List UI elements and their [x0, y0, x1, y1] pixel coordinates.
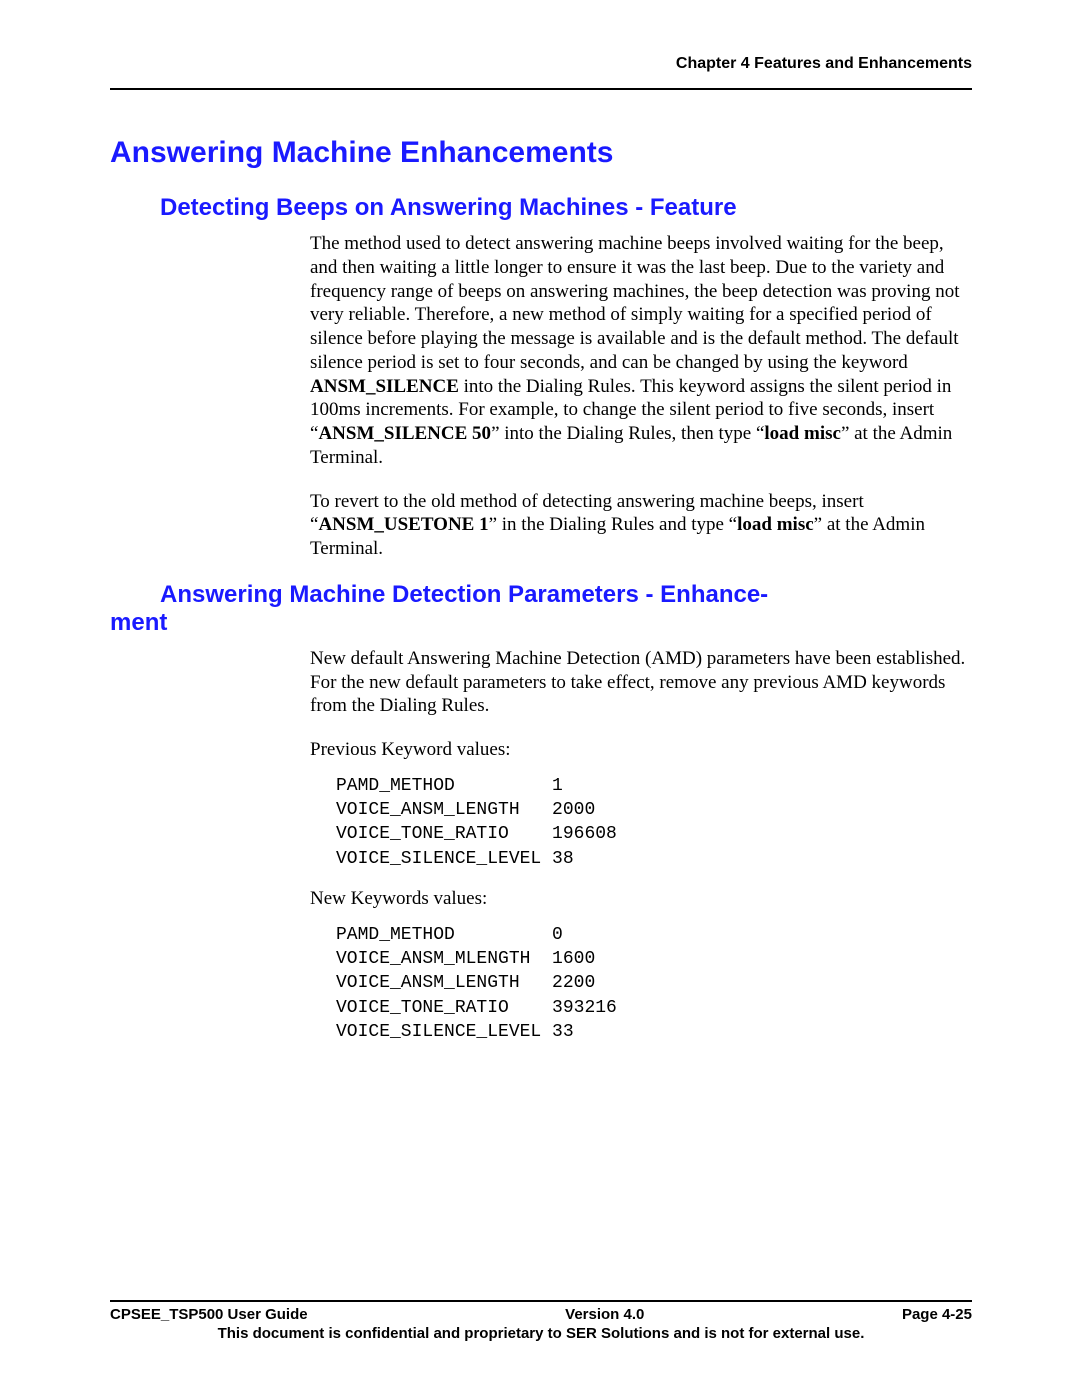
prev-keyword-values: PAMD_METHOD 1 VOICE_ANSM_LENGTH 2000 VOI…: [336, 774, 972, 871]
text: ” into the Dialing Rules, then type “: [491, 423, 764, 444]
keyword-load-misc: load misc: [764, 423, 841, 444]
keyword-ansm-silence: ANSM_SILENCE: [310, 376, 459, 397]
page-title: Answering Machine Enhancements: [110, 136, 972, 170]
chapter-header: Chapter 4 Features and Enhancements: [110, 55, 972, 73]
new-keyword-label: New Keywords values:: [310, 887, 972, 911]
section-heading-amd-parameters: Answering Machine Detection Parameters -…: [110, 581, 972, 637]
footer-doc-title: CPSEE_TSP500 User Guide: [110, 1306, 308, 1323]
footer-version: Version 4.0: [565, 1306, 644, 1323]
header-rule: [110, 88, 972, 90]
heading-line1: Answering Machine Detection Parameters -…: [160, 581, 972, 609]
footer-row: CPSEE_TSP500 User Guide Version 4.0 Page…: [110, 1306, 972, 1323]
new-keyword-values: PAMD_METHOD 0 VOICE_ANSM_MLENGTH 1600 VO…: [336, 923, 972, 1044]
keyword-load-misc-2: load misc: [737, 514, 814, 535]
section1-para1: The method used to detect answering mach…: [310, 232, 972, 470]
section-heading-detecting-beeps: Detecting Beeps on Answering Machines - …: [160, 194, 972, 222]
keyword-ansm-usetone-1: ANSM_USETONE 1: [318, 514, 488, 535]
text: ” in the Dialing Rules and type “: [489, 514, 738, 535]
page-footer: CPSEE_TSP500 User Guide Version 4.0 Page…: [110, 1300, 972, 1342]
section1-body: The method used to detect answering mach…: [310, 232, 972, 561]
heading-line2: ment: [110, 609, 972, 637]
prev-keyword-label: Previous Keyword values:: [310, 738, 972, 762]
section2-body2: New Keywords values:: [310, 887, 972, 911]
footer-rule: [110, 1300, 972, 1302]
footer-page-number: Page 4-25: [902, 1306, 972, 1323]
section2-para1: New default Answering Machine Detection …: [310, 647, 972, 718]
document-page: Chapter 4 Features and Enhancements Answ…: [110, 55, 972, 1342]
keyword-ansm-silence-50: ANSM_SILENCE 50: [318, 423, 491, 444]
section1-para2: To revert to the old method of detecting…: [310, 490, 972, 561]
text: The method used to detect answering mach…: [310, 233, 959, 373]
footer-confidential: This document is confidential and propri…: [110, 1325, 972, 1342]
section2-body: New default Answering Machine Detection …: [310, 647, 972, 762]
